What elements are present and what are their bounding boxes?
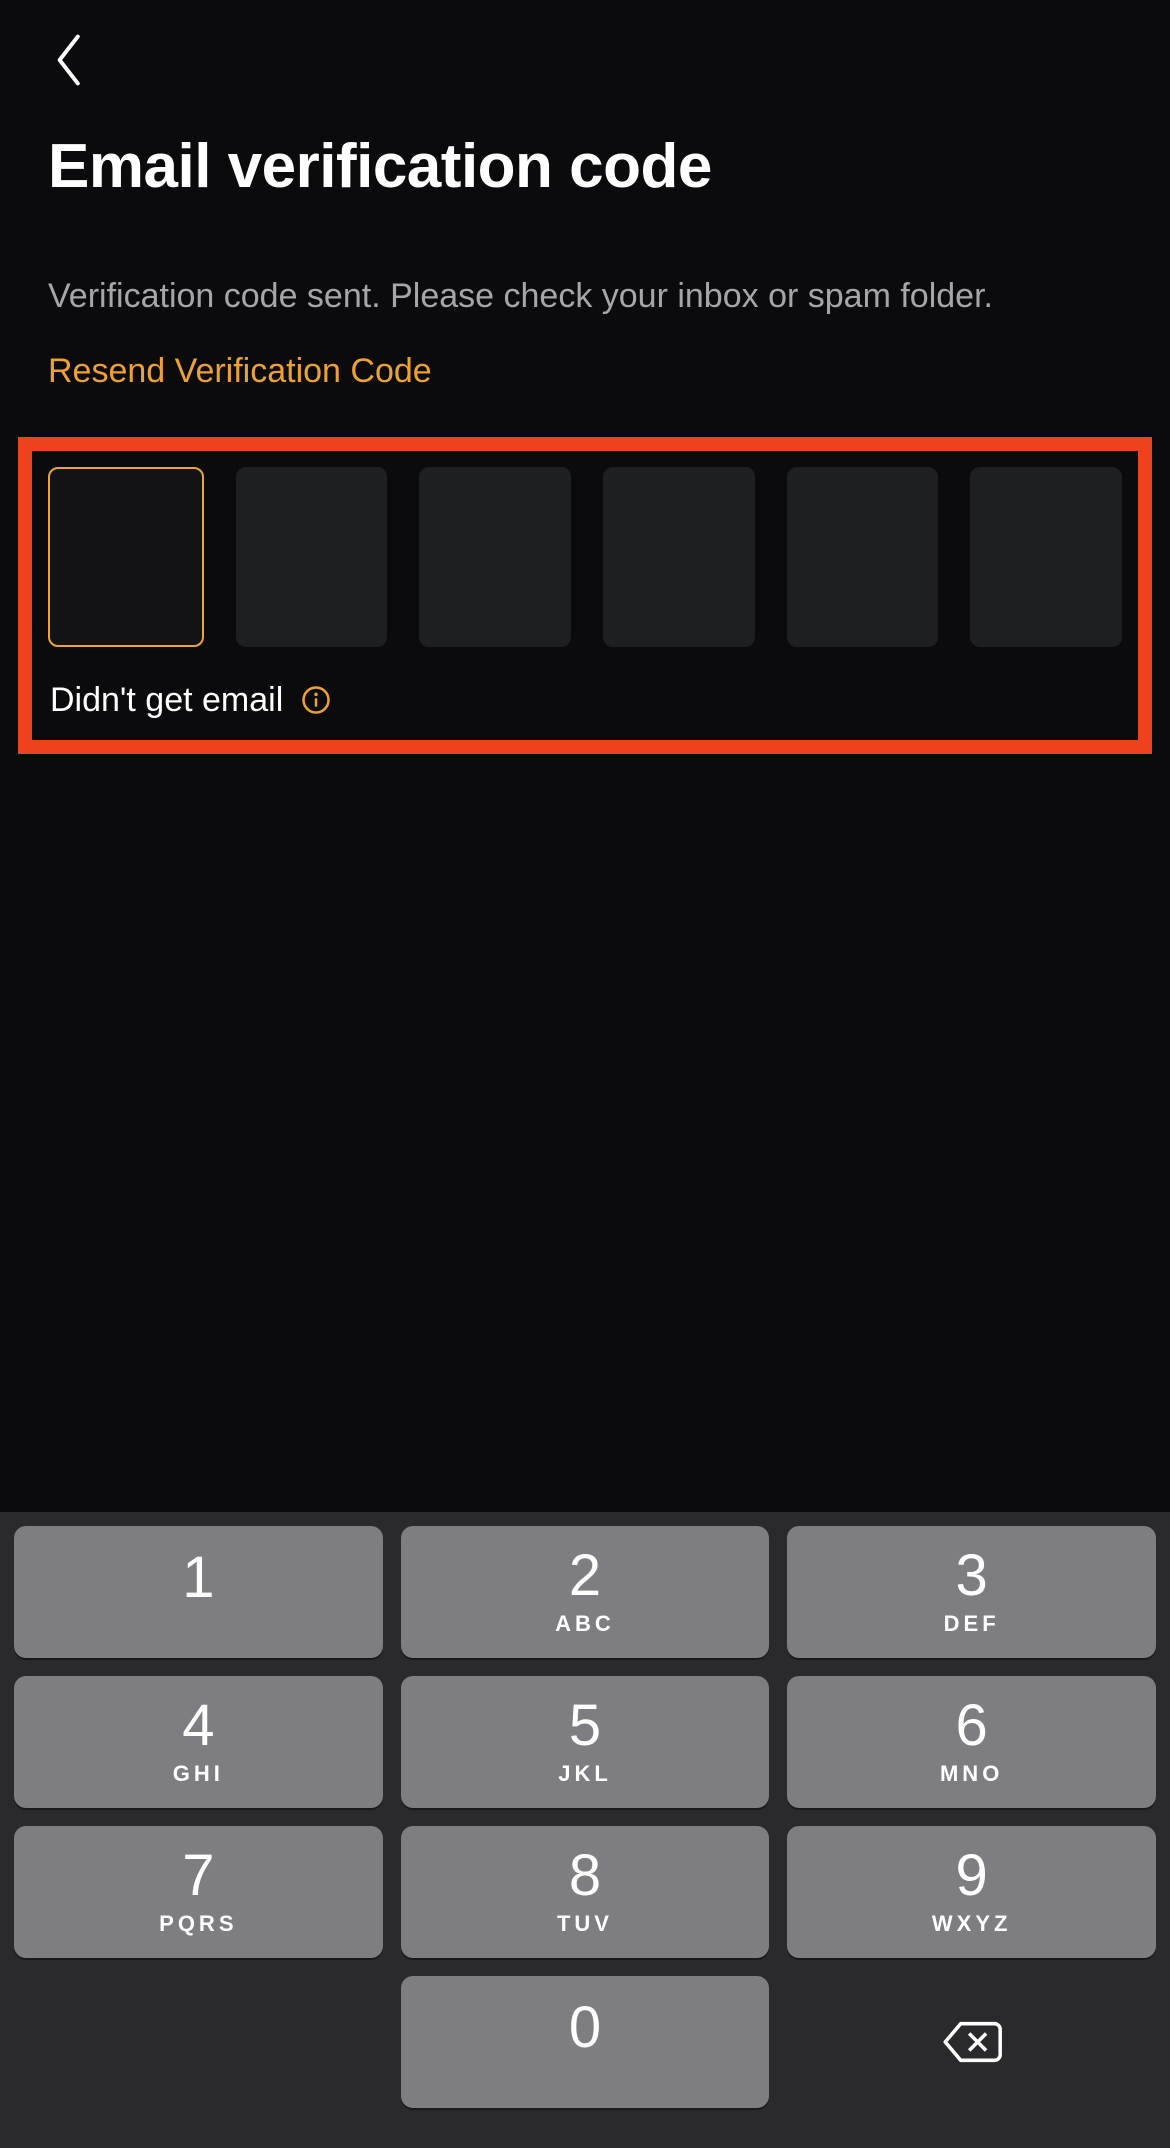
keypad-key-0[interactable]: 0. [401, 1976, 770, 2108]
keypad-key-2[interactable]: 2 ABC [401, 1526, 770, 1658]
code-digit-6[interactable] [970, 467, 1122, 647]
keypad-letters: DEF [944, 1611, 1000, 1637]
keypad-key-7[interactable]: 7 PQRS [14, 1826, 383, 1958]
keypad-letters: TUV [557, 1911, 613, 1937]
keypad-digit: 9 [956, 1847, 988, 1905]
keypad-key-9[interactable]: 9 WXYZ [787, 1826, 1156, 1958]
didnt-get-email-row[interactable]: Didn't get email [46, 647, 1124, 720]
keypad-digit: 7 [182, 1847, 214, 1905]
code-digit-5[interactable] [787, 467, 939, 647]
keypad-key-3[interactable]: 3 DEF [787, 1526, 1156, 1658]
page-title: Email verification code [0, 91, 1170, 202]
keypad-digit: 4 [182, 1697, 214, 1755]
code-digit-2[interactable] [236, 467, 388, 647]
keypad-digit: 0 [569, 1999, 601, 2057]
keypad-digit: 6 [956, 1697, 988, 1755]
keypad-key-8[interactable]: 8 TUV [401, 1826, 770, 1958]
keypad-letters: MNO [940, 1761, 1003, 1787]
backspace-icon [941, 2019, 1003, 2065]
keypad-digit: 2 [569, 1547, 601, 1605]
keypad-key-4[interactable]: 4 GHI [14, 1676, 383, 1808]
numeric-keypad: 1. 2 ABC 3 DEF 4 GHI 5 JKL 6 MNO 7 PQRS 8 TUV 9 WXYZ 0. [0, 1512, 1170, 2148]
keypad-letters: JKL [558, 1761, 612, 1787]
chevron-left-icon [54, 34, 86, 86]
resend-link[interactable]: Resend Verification Code [0, 320, 1170, 391]
keypad-key-5[interactable]: 5 JKL [401, 1676, 770, 1808]
keypad-digit: 1 [182, 1549, 214, 1607]
keypad-key-6[interactable]: 6 MNO [787, 1676, 1156, 1808]
keypad-blank [14, 1976, 383, 2108]
verification-subtitle: Verification code sent. Please check you… [0, 202, 1170, 320]
keypad-letters: GHI [173, 1761, 224, 1787]
keypad-digit: 3 [956, 1547, 988, 1605]
code-input-row [46, 467, 1124, 647]
keypad-letters: ABC [555, 1611, 615, 1637]
keypad-letters: WXYZ [932, 1911, 1012, 1937]
code-digit-4[interactable] [603, 467, 755, 647]
keypad-letters: PQRS [159, 1911, 237, 1937]
didnt-get-email-label: Didn't get email [50, 681, 283, 720]
code-digit-3[interactable] [419, 467, 571, 647]
back-button[interactable] [40, 30, 100, 90]
info-icon [299, 683, 333, 717]
keypad-digit: 8 [569, 1847, 601, 1905]
highlighted-code-section: Didn't get email [18, 437, 1152, 754]
keypad-backspace[interactable] [787, 1976, 1156, 2108]
keypad-digit: 5 [569, 1697, 601, 1755]
keypad-key-1[interactable]: 1. [14, 1526, 383, 1658]
code-digit-1[interactable] [48, 467, 204, 647]
